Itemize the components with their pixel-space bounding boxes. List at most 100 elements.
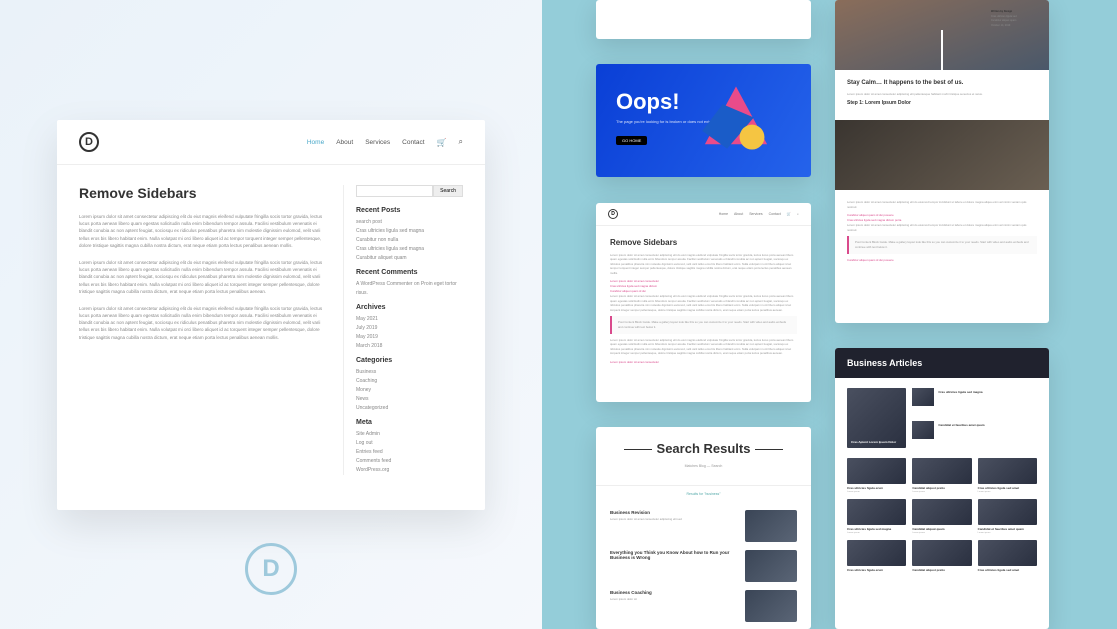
result-desc: Lorem ipsum dolor sit amet consectetur a… bbox=[610, 517, 739, 521]
biz-card[interactable]: Candidat et faucibus amet quamLorem ipsu… bbox=[978, 499, 1037, 534]
biz-card[interactable]: Cras ultricies figula erumLorem ipsum bbox=[847, 458, 906, 493]
biz-card-title: Cras ultricies figula erum bbox=[847, 569, 906, 573]
result-image bbox=[745, 550, 797, 582]
thumb-link[interactable]: Cras ultricies ligula sed magna dictum bbox=[610, 284, 797, 288]
thumb-text: Lorem ipsum dolor sit amet consectetur a… bbox=[610, 338, 797, 356]
result-row[interactable]: Business Revision Lorem ipsum dolor sit a… bbox=[596, 506, 811, 546]
nav-services[interactable]: Services bbox=[365, 139, 390, 146]
categories-heading: Categories bbox=[356, 357, 463, 364]
recent-posts-heading: Recent Posts bbox=[356, 207, 463, 214]
nav-services[interactable]: Services bbox=[749, 212, 762, 216]
meta-date: October 14, 2019 bbox=[991, 24, 1039, 29]
go-home-button[interactable]: GO HOME bbox=[616, 136, 647, 145]
thumb-link[interactable]: Lorem ipsum dolor sit amet consectetur bbox=[610, 279, 797, 283]
biz-card-sub: Lorem ipsum bbox=[978, 532, 1037, 534]
nav-about[interactable]: About bbox=[336, 139, 353, 146]
thumb-remove-sidebars-alt[interactable]: D Home About Services Contact 🛒 ⌕ Remove… bbox=[596, 203, 811, 402]
article-link[interactable]: Cras ultricies ligula sed magna dictum p… bbox=[847, 218, 1037, 222]
thumb-link[interactable]: Curabitur aliquet quam id dui bbox=[610, 289, 797, 293]
body-para-3: Lorem ipsum dolor sit amet consectetur a… bbox=[79, 305, 328, 341]
meta-heading: Meta bbox=[356, 419, 463, 426]
search-input[interactable] bbox=[356, 185, 433, 197]
archive-link[interactable]: May 2019 bbox=[356, 333, 463, 342]
biz-feature-card[interactable]: Cras Aptent Lorem Ipsum Dolor bbox=[847, 388, 906, 448]
cart-icon[interactable]: 🛒 bbox=[437, 138, 447, 147]
meta-link[interactable]: Entries feed bbox=[356, 448, 463, 457]
archive-link[interactable]: March 2018 bbox=[356, 342, 463, 351]
article-link[interactable]: Curabitur aliquet quam id dui posuere bbox=[847, 213, 1037, 217]
search-button[interactable]: Search bbox=[433, 185, 463, 197]
meta-link[interactable]: Site Admin bbox=[356, 430, 463, 439]
meta-link[interactable]: Comments feed bbox=[356, 457, 463, 466]
biz-card-title: Cras ultricies ligula sed amet bbox=[978, 569, 1037, 573]
nav-contact[interactable]: Contact bbox=[402, 139, 424, 146]
search-tag: Results for "business" bbox=[596, 492, 811, 496]
recent-comment-link[interactable]: A WordPress Commenter on Proin eget tort… bbox=[356, 280, 463, 298]
meta-link[interactable]: WordPress.org bbox=[356, 466, 463, 475]
recent-post-link[interactable]: Cras ultricies ligula sed magna bbox=[356, 245, 463, 254]
biz-feature-title: Cras Aptent Lorem Ipsum Dolor bbox=[851, 440, 902, 444]
biz-card-sub: Lorem ipsum bbox=[912, 491, 971, 493]
divi-logo-icon[interactable]: D bbox=[79, 132, 99, 152]
category-link[interactable]: Coaching bbox=[356, 377, 463, 386]
search-results-title: Search Results bbox=[596, 427, 811, 464]
result-row[interactable]: Business CoachingLorem ipsum dolor sit bbox=[596, 586, 811, 626]
card-header: D Home About Services Contact 🛒 ⌕ bbox=[57, 120, 485, 165]
thumb-link[interactable]: Lorem ipsum dolor sit amet consectetur bbox=[610, 360, 797, 364]
archive-link[interactable]: July 2019 bbox=[356, 324, 463, 333]
nav-home[interactable]: Home bbox=[307, 139, 324, 146]
biz-feature-image: Cras Aptent Lorem Ipsum Dolor bbox=[847, 388, 906, 448]
biz-card-image bbox=[978, 458, 1037, 484]
nav-home[interactable]: Home bbox=[719, 212, 728, 216]
thumb-blank[interactable] bbox=[596, 0, 811, 39]
biz-card[interactable]: Candidat aliquat quamLorem ipsum bbox=[912, 499, 971, 534]
biz-card-image bbox=[912, 540, 971, 566]
result-row[interactable]: Everything you Think you Know About how … bbox=[596, 546, 811, 586]
biz-mini-image bbox=[912, 388, 934, 406]
thumb-business-articles[interactable]: Business Articles Cras Aptent Lorem Ipsu… bbox=[835, 348, 1049, 629]
thumb-title: Remove Sidebars bbox=[610, 238, 797, 247]
thumb-header: D Home About Services Contact 🛒 ⌕ bbox=[596, 203, 811, 226]
category-link[interactable]: Business bbox=[356, 368, 463, 377]
main-nav: Home About Services Contact 🛒 ⌕ bbox=[307, 137, 463, 147]
thumb-nav: Home About Services Contact 🛒 ⌕ bbox=[719, 212, 799, 216]
biz-card[interactable]: Cras ultricies ligula sed amet bbox=[978, 540, 1037, 573]
article-para: Lorem ipsum dolor sit amet consectetur a… bbox=[847, 223, 1037, 232]
biz-card[interactable]: Candidat aliquot pretio bbox=[912, 540, 971, 573]
biz-card[interactable]: Candidat aliquot pretioLorem ipsum bbox=[912, 458, 971, 493]
result-title: Business Coaching bbox=[610, 590, 739, 595]
recent-post-link[interactable]: Curabitur non nulla bbox=[356, 236, 463, 245]
biz-card-image bbox=[912, 458, 971, 484]
search-icon[interactable]: ⌕ bbox=[459, 137, 463, 147]
biz-card[interactable]: Cras ultricies ligula sed ametLorem ipsu… bbox=[978, 458, 1037, 493]
biz-mini-image bbox=[912, 421, 934, 439]
biz-card-title: Cras ultricies ligula sed magna bbox=[938, 391, 1037, 395]
archive-link[interactable]: May 2021 bbox=[356, 315, 463, 324]
category-link[interactable]: News bbox=[356, 395, 463, 404]
meta-link[interactable]: Log out bbox=[356, 439, 463, 448]
biz-card-sub: Lorem ipsum bbox=[978, 491, 1037, 493]
right-teal-panel: Oops! The page you're looking for is bro… bbox=[542, 0, 1117, 629]
biz-mini-card[interactable]: Candidat et faucibus amet quam bbox=[912, 421, 1037, 448]
nav-contact[interactable]: Contact bbox=[769, 212, 781, 216]
biz-card[interactable]: Cras ultricies figula erum bbox=[847, 540, 906, 573]
nav-about[interactable]: About bbox=[734, 212, 743, 216]
category-link[interactable]: Money bbox=[356, 386, 463, 395]
recent-post-link[interactable]: search post bbox=[356, 218, 463, 227]
thumb-quote-block: Post Content Block Guide. Make a gallery… bbox=[610, 316, 797, 334]
search-icon[interactable]: ⌕ bbox=[797, 212, 799, 216]
thumb-search-results[interactable]: Search Results Matches Blog — Search Res… bbox=[596, 427, 811, 629]
search-box: Search bbox=[356, 185, 463, 197]
article-image-2 bbox=[835, 120, 1049, 190]
category-link[interactable]: Uncategorized bbox=[356, 404, 463, 413]
result-image bbox=[745, 510, 797, 542]
biz-card[interactable]: Cras ultricies ligula sed magnaLorem ips… bbox=[847, 499, 906, 534]
article-link[interactable]: Curabitur aliquet quam id dui posuere bbox=[847, 258, 1037, 262]
cart-icon[interactable]: 🛒 bbox=[787, 212, 791, 216]
recent-post-link[interactable]: Curabitur aliquet quam bbox=[356, 254, 463, 263]
result-title: Business Revision bbox=[610, 510, 739, 515]
thumb-404[interactable]: Oops! The page you're looking for is bro… bbox=[596, 64, 811, 177]
biz-mini-card[interactable]: Cras ultricies ligula sed magna bbox=[912, 388, 1037, 415]
thumb-article[interactable]: Written by Design Cras ultricies ligula … bbox=[835, 0, 1049, 323]
recent-post-link[interactable]: Cras ultricies ligula sed magna bbox=[356, 227, 463, 236]
